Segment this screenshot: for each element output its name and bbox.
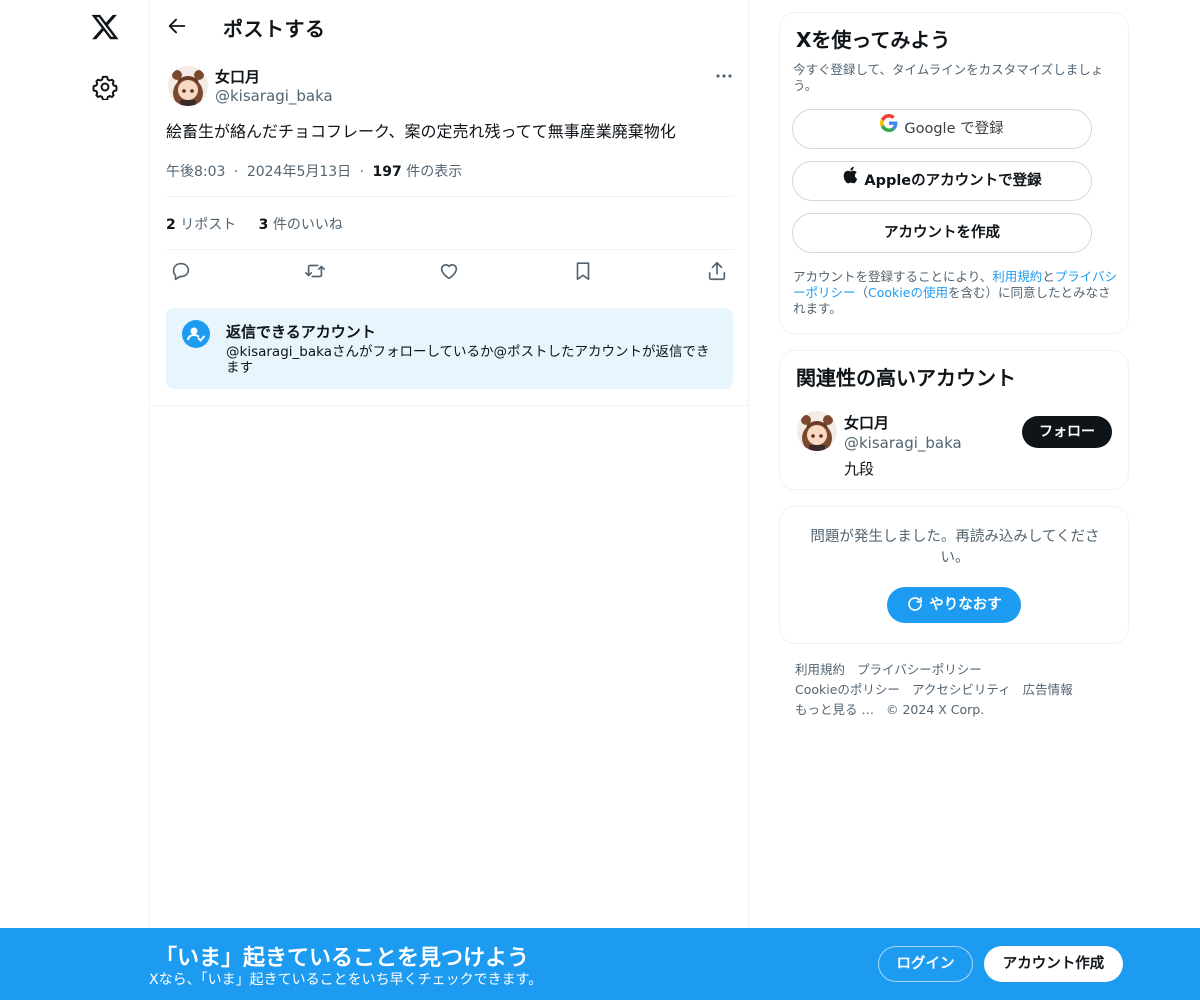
retry-label: やりなおす <box>929 597 1002 613</box>
reply-restriction-text: @kisaragi_bakaさんがフォローしているか@ポストしたアカウントが返信… <box>226 344 710 376</box>
post-header: ポストする <box>150 0 748 53</box>
error-card: 問題が発生しました。再読み込みしてください。 やりなおす <box>779 506 1129 644</box>
avatar[interactable] <box>168 66 208 106</box>
paren-open: （ <box>855 285 869 300</box>
reposts-stat[interactable]: 2 リポスト <box>166 214 236 234</box>
terms-and: と <box>1042 269 1055 284</box>
signup-subtitle: 今すぐ登録して、タイムラインをカスタマイズしましょう。 <box>793 62 1104 93</box>
bookmark-icon[interactable] <box>572 260 594 282</box>
cookie-link[interactable]: Cookieの使用 <box>868 285 948 300</box>
page-title: ポストする <box>223 17 326 41</box>
reply-restriction-title: 返信できるアカウント <box>226 323 376 341</box>
avatar[interactable] <box>797 411 837 451</box>
divider <box>166 249 734 250</box>
follow-button[interactable]: フォロー <box>1022 416 1112 448</box>
signup-title: Xを使ってみよう <box>796 28 951 52</box>
arrow-left-icon[interactable] <box>166 15 188 37</box>
divider <box>166 196 734 197</box>
banner-subtitle: Xなら、「いま」起きていることをいち早くチェックできます。 <box>149 972 543 988</box>
likes-stat[interactable]: 3 件のいいね <box>259 214 343 234</box>
divider <box>150 405 748 406</box>
reposts-count: 2 <box>166 217 176 233</box>
likes-count: 3 <box>258 217 269 233</box>
footer-links: 利用規約 プライバシーポリシー Cookieのポリシー アクセシビリティ 広告情報 も… <box>795 660 1115 720</box>
x-logo-icon[interactable] <box>90 12 120 42</box>
apple-signup-button[interactable]: Appleのアカウントで登録 <box>792 161 1092 201</box>
apple-signup-label: Appleのアカウントで登録 <box>864 173 1042 189</box>
post-author: 女口月 @kisaragi_baka <box>166 64 734 112</box>
login-button[interactable]: ログイン <box>878 946 973 982</box>
signup-button[interactable]: アカウント作成 <box>984 946 1123 982</box>
user-check-icon <box>182 320 210 348</box>
create-account-button[interactable]: アカウントを作成 <box>792 213 1092 253</box>
likes-label: 件のいいね <box>272 217 343 233</box>
post-date[interactable]: 2024年5月13日 <box>247 164 351 180</box>
post-actions <box>170 260 738 286</box>
banner-title: 「いま」起きていることを見つけよう <box>155 946 530 971</box>
more-dots-icon[interactable] <box>714 66 734 86</box>
google-signup-button[interactable]: Google で登録 <box>792 109 1092 149</box>
footer-ads-link[interactable]: 広告情報 <box>1023 680 1073 700</box>
views-count: 197 <box>372 164 402 180</box>
google-icon <box>880 109 898 147</box>
google-signup-label: Google で登録 <box>904 121 1004 137</box>
post-time[interactable]: 午後8:03 <box>166 164 225 180</box>
footer-terms-link[interactable]: 利用規約 <box>795 660 845 680</box>
reply-icon[interactable] <box>170 260 192 282</box>
refresh-icon <box>908 596 923 611</box>
error-message: 問題が発生しました。再読み込みしてください。 <box>810 529 1100 566</box>
main-column: ポストする 女口月 @kisaragi_baka 絵畜生が絡んだチョコフレーク、… <box>149 0 749 1000</box>
terms-link[interactable]: 利用規約 <box>992 269 1042 284</box>
share-icon[interactable] <box>706 260 728 282</box>
author-name[interactable]: 女口月 <box>215 66 260 87</box>
reply-restriction-notice: 返信できるアカウント @kisaragi_bakaさんがフォローしているか@ポス… <box>166 308 733 389</box>
related-account-name[interactable]: 女口月 <box>844 412 889 433</box>
like-icon[interactable] <box>438 260 460 282</box>
repost-icon[interactable] <box>304 260 326 282</box>
gear-icon[interactable] <box>92 74 118 101</box>
author-handle[interactable]: @kisaragi_baka <box>215 87 333 105</box>
post-text: 絵畜生が絡んだチョコフレーク、案の定売れ残ってて無事産業廃棄物化 <box>166 122 676 141</box>
related-account-bio: 九段 <box>844 460 875 478</box>
related-accounts-card: 関連性の高いアカウント 女口月 @kisaragi_baka 九段 フォロー <box>779 350 1129 490</box>
views-label: 件の表示 <box>406 164 463 180</box>
meta-separator: · <box>359 164 365 180</box>
footer-more-link[interactable]: もっと見る … <box>795 700 874 720</box>
related-account-handle[interactable]: @kisaragi_baka <box>844 434 962 452</box>
signup-terms: アカウントを登録することにより、利用規約とプライバシーポリシー（Cookieの使… <box>793 269 1119 317</box>
footer-cookie-link[interactable]: Cookieのポリシー <box>795 680 900 700</box>
related-title: 関連性の高いアカウント <box>796 366 1016 390</box>
signup-banner: 「いま」起きていることを見つけよう Xなら、「いま」起きていることをいち早くチェ… <box>0 928 1200 1000</box>
footer-copyright: © 2024 X Corp. <box>885 702 985 717</box>
apple-icon <box>842 161 858 199</box>
signup-card: Xを使ってみよう 今すぐ登録して、タイムラインをカスタマイズしましょう。 Goo… <box>779 12 1129 334</box>
post-meta: 午後8:03 · 2024年5月13日 · 197 件の表示 <box>166 161 462 181</box>
meta-separator: · <box>233 164 239 180</box>
left-nav <box>0 0 150 1000</box>
post-stats: 2 リポスト 3 件のいいね <box>166 214 361 234</box>
terms-prefix: アカウントを登録することにより、 <box>793 269 993 284</box>
footer-privacy-link[interactable]: プライバシーポリシー <box>857 660 982 680</box>
reposts-label: リポスト <box>180 217 237 233</box>
footer-accessibility-link[interactable]: アクセシビリティ <box>912 680 1011 700</box>
retry-button[interactable]: やりなおす <box>887 587 1021 623</box>
